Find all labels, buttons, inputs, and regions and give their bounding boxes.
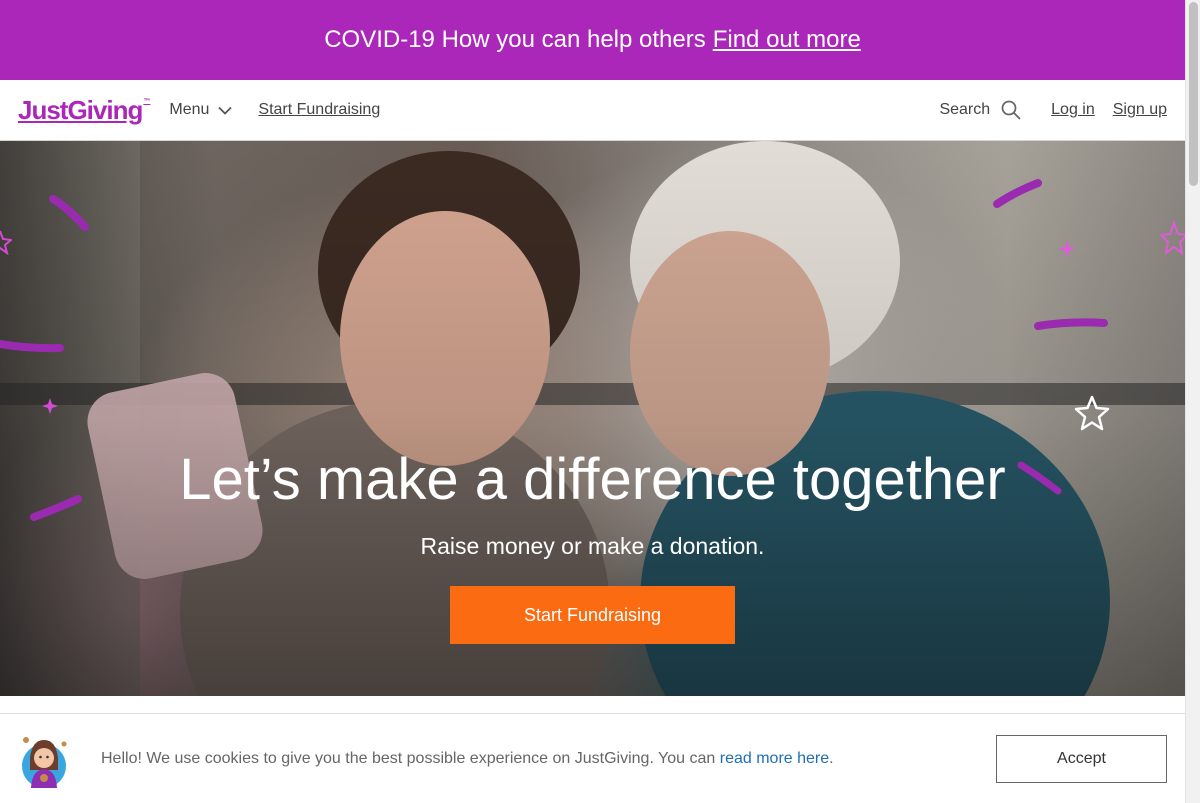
- justgiving-logo[interactable]: JustGiving ™: [18, 95, 150, 126]
- cookie-period: .: [829, 750, 834, 767]
- purple-squiggle-icon: [49, 195, 89, 231]
- sparkle-icon: [42, 398, 58, 414]
- purple-dash-icon: [993, 179, 1042, 208]
- covid-banner: COVID-19 How you can help others Find ou…: [0, 0, 1185, 80]
- star-outline-icon: [1160, 221, 1185, 256]
- cookie-read-more-link[interactable]: read more here: [720, 750, 829, 767]
- chevron-down-icon: [218, 106, 233, 115]
- cookie-mascot-icon: [22, 737, 67, 788]
- star-outline-icon: [0, 230, 12, 255]
- logo-trademark: ™: [143, 97, 151, 105]
- cookie-text: Hello! We use cookies to give you the be…: [101, 750, 716, 767]
- search-icon: [1001, 100, 1021, 120]
- purple-dash-icon: [0, 340, 64, 353]
- login-link[interactable]: Log in: [1051, 101, 1095, 119]
- find-out-more-link[interactable]: Find out more: [713, 26, 861, 54]
- search-button[interactable]: Search: [939, 100, 1021, 120]
- menu-label: Menu: [169, 101, 210, 118]
- cookie-banner: Hello! We use cookies to give you the be…: [0, 713, 1185, 803]
- nav-right-group: Search Log in Sign up: [939, 100, 1185, 120]
- star-icon: [1074, 395, 1110, 431]
- cookie-message: Hello! We use cookies to give you the be…: [101, 750, 834, 768]
- hero-subtitle: Raise money or make a donation.: [420, 533, 765, 559]
- signup-link[interactable]: Sign up: [1113, 101, 1167, 119]
- hero-title: Let’s make a difference together: [179, 447, 1006, 512]
- scrollbar-thumb[interactable]: [1189, 2, 1198, 186]
- purple-dash-icon: [1034, 318, 1108, 330]
- nav-start-fundraising-link[interactable]: Start Fundraising: [258, 101, 380, 119]
- banner-text: COVID-19 How you can help others: [324, 26, 706, 53]
- page-scrollbar[interactable]: [1185, 0, 1200, 803]
- hero-section: Let’s make a difference together Raise m…: [0, 141, 1185, 696]
- search-label: Search: [939, 101, 991, 118]
- logo-text: JustGiving: [18, 94, 143, 125]
- top-nav: JustGiving ™ Menu Start Fundraising Searc…: [0, 80, 1185, 141]
- start-fundraising-button[interactable]: Start Fundraising: [450, 586, 735, 644]
- menu-button[interactable]: Menu: [169, 101, 233, 119]
- sparkle-icon: [1058, 240, 1076, 258]
- accept-cookies-button[interactable]: Accept: [996, 735, 1167, 783]
